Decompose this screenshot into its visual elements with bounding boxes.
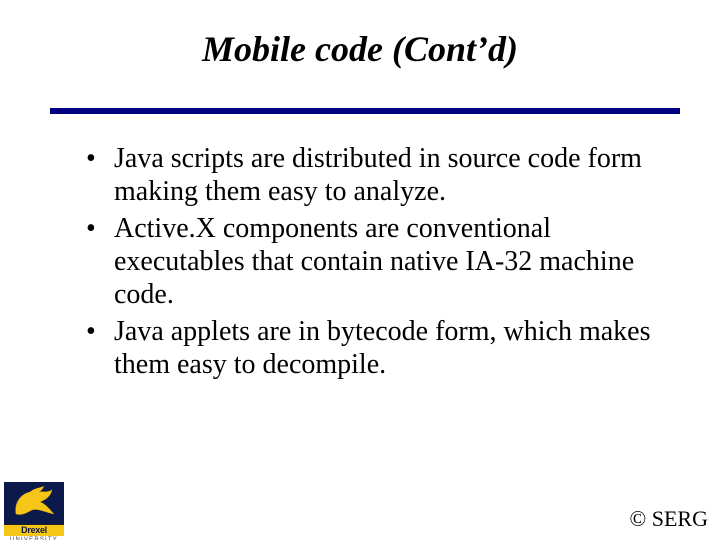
slide: Mobile code (Cont’d) Java scripts are di…: [0, 0, 720, 540]
dragon-icon: [4, 482, 64, 524]
logo-name: Drexel: [4, 525, 64, 536]
list-item: Active.X components are conventional exe…: [86, 212, 670, 311]
logo-band: Drexel: [4, 524, 64, 536]
list-item: Java applets are in bytecode form, which…: [86, 315, 670, 381]
slide-title: Mobile code (Cont’d): [50, 28, 670, 80]
title-divider: [50, 108, 680, 114]
copyright-text: © SERG: [630, 506, 708, 532]
list-item: Java scripts are distributed in source c…: [86, 142, 670, 208]
bullet-list: Java scripts are distributed in source c…: [50, 142, 670, 381]
drexel-logo: Drexel UNIVERSITY: [4, 482, 64, 536]
